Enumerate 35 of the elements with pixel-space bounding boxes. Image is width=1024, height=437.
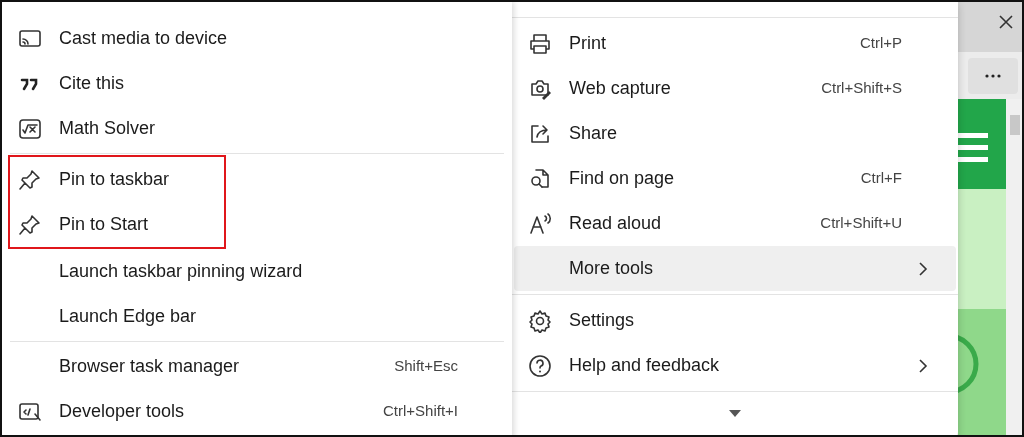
- menu-item[interactable]: Settings: [514, 298, 956, 343]
- menu-item[interactable]: Cite this: [2, 61, 512, 106]
- menu-item[interactable]: Developer tools Ctrl+Shift+I: [2, 389, 512, 434]
- menu-item[interactable]: Pin to Start: [10, 202, 224, 247]
- square-root-icon: [18, 116, 42, 141]
- page-search-icon: [528, 166, 552, 191]
- menu-item[interactable]: Launch Edge bar: [2, 294, 512, 339]
- shortcut-label: Ctrl+P: [859, 33, 902, 54]
- menu-item[interactable]: Read aloud Ctrl+Shift+U: [514, 201, 956, 246]
- menu-item[interactable]: Browser task manager Shift+Esc: [2, 344, 512, 389]
- menu-item[interactable]: Print Ctrl+P: [514, 21, 956, 66]
- shortcut-label: Shift+Esc: [394, 356, 458, 377]
- menu-item[interactable]: Cast media to device: [2, 16, 512, 61]
- menu-item[interactable]: Web capture Ctrl+Shift+S: [514, 66, 956, 111]
- read-aloud-icon: [528, 211, 552, 236]
- shortcut-label: Ctrl+Shift+U: [820, 213, 902, 234]
- more-icon: [985, 73, 1001, 78]
- menu-item[interactable]: Math Solver: [2, 106, 512, 151]
- menu-item[interactable]: More tools: [514, 246, 956, 291]
- menu-item[interactable]: Find on page Ctrl+F: [514, 156, 956, 201]
- pin-icon: [18, 212, 42, 237]
- close-icon[interactable]: [998, 14, 1014, 30]
- menu-item[interactable]: Help and feedback: [514, 343, 956, 388]
- help-icon: [528, 353, 552, 378]
- shortcut-label: Ctrl+Shift+I: [382, 401, 458, 422]
- pin-icon: [18, 167, 42, 192]
- scrollbar[interactable]: [1006, 99, 1022, 435]
- menu-item[interactable]: Launch taskbar pinning wizard: [2, 249, 512, 294]
- menu-item[interactable]: Share: [514, 111, 956, 156]
- settings-icon: [528, 308, 552, 333]
- shortcut-label: Ctrl+F: [860, 168, 902, 189]
- chevron-down-icon[interactable]: [729, 410, 741, 417]
- printer-icon: [528, 31, 552, 56]
- menu-item[interactable]: Pin to taskbar: [10, 157, 224, 202]
- shortcut-label: Ctrl+Shift+S: [821, 78, 902, 99]
